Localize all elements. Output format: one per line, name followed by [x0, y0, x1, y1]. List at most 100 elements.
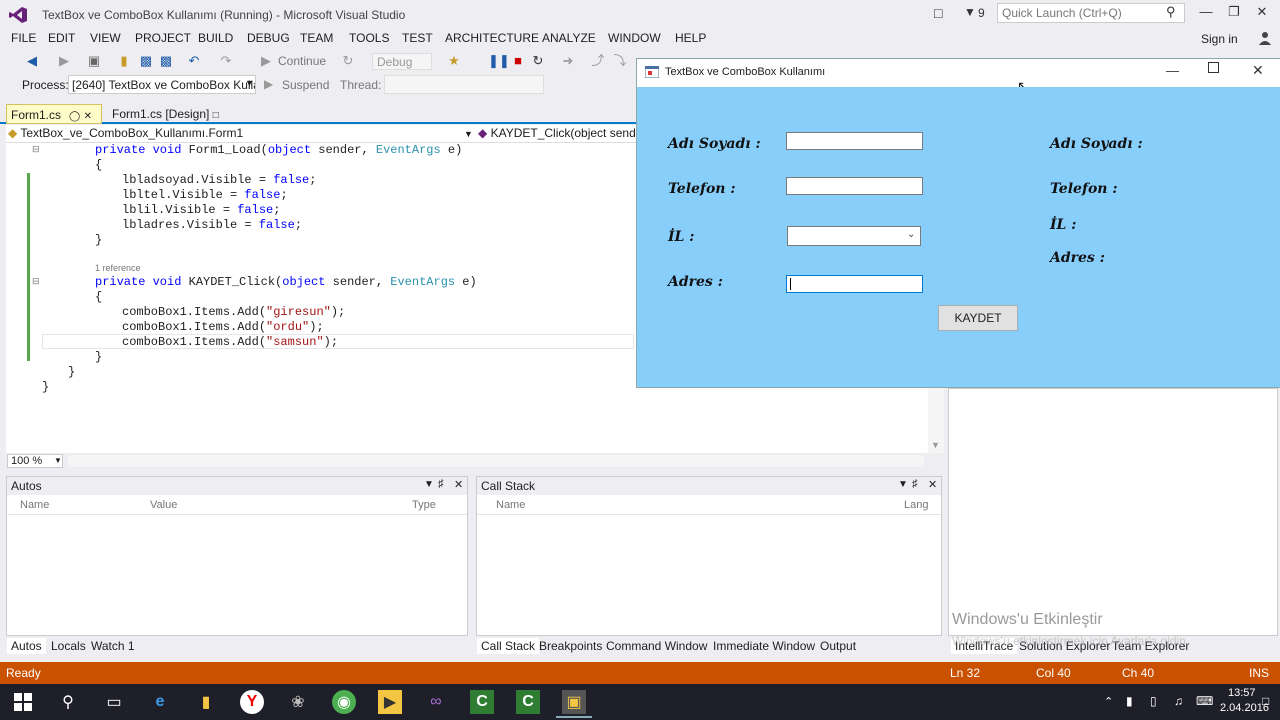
break-all-icon[interactable]: ❚❚	[488, 53, 510, 69]
kaydet-button[interactable]: KAYDET	[938, 305, 1018, 331]
collapse-icon[interactable]: ⊟	[32, 144, 40, 155]
pin-icon[interactable]: ♯	[912, 478, 918, 490]
tab-call-stack[interactable]: Call Stack	[477, 638, 540, 654]
edge-browser-icon[interactable]: e	[148, 690, 172, 714]
step-into-icon[interactable]: ⤴	[590, 53, 606, 69]
app-icon[interactable]: ❀	[286, 690, 310, 714]
tab-command-window[interactable]: Command Window	[602, 638, 711, 654]
type-dropdown[interactable]: ◆ TextBox_ve_ComboBox_Kullanımı.Form1	[8, 126, 474, 142]
continue-icon[interactable]: ▶	[258, 53, 274, 69]
minimize-icon[interactable]: —	[1194, 4, 1218, 19]
menu-window[interactable]: WINDOW	[608, 31, 661, 45]
config-select[interactable]: Debug	[372, 53, 432, 70]
search-icon[interactable]: ⚲	[1166, 4, 1176, 20]
pin-icon[interactable]: ♯	[438, 478, 444, 490]
column-header-value[interactable]: Value	[150, 499, 177, 511]
filter-icon[interactable]: ▼	[964, 5, 976, 19]
column-header-name[interactable]: Name	[20, 499, 49, 511]
editor-horizontal-scrollbar[interactable]	[68, 455, 924, 467]
panel-menu-icon[interactable]: ▼	[424, 479, 434, 490]
column-header-type[interactable]: Type	[412, 499, 436, 511]
close-icon[interactable]: ✕	[928, 478, 937, 491]
undo-icon[interactable]: ↶	[186, 53, 202, 69]
member-dropdown[interactable]: ◆ KAYDET_Click(object sender,	[478, 126, 638, 142]
suspend-button[interactable]: Suspend	[282, 78, 329, 92]
search-icon[interactable]: ⚲	[56, 690, 80, 714]
clock-time[interactable]: 13:57	[1228, 687, 1256, 699]
refresh-icon[interactable]: ↻	[340, 53, 356, 69]
menu-build[interactable]: BUILD	[198, 31, 233, 45]
tab-watch1[interactable]: Watch 1	[87, 638, 139, 654]
user-icon[interactable]	[1258, 31, 1272, 45]
tab-immediate-window[interactable]: Immediate Window	[709, 638, 819, 654]
yandex-browser-icon[interactable]: Y	[240, 690, 264, 714]
tab-form1-cs[interactable]: Form1.cs ◯ ✕	[6, 104, 102, 124]
menu-architecture[interactable]: ARCHITECTURE	[445, 31, 539, 45]
chevron-up-icon[interactable]: ⌃	[1104, 695, 1113, 708]
thread-select[interactable]	[384, 75, 544, 94]
tab-form1-design[interactable]: Form1.cs [Design] □	[108, 104, 228, 124]
tab-breakpoints[interactable]: Breakpoints	[535, 638, 606, 654]
tab-output[interactable]: Output	[816, 638, 860, 654]
save-all-icon[interactable]: ▩	[158, 53, 174, 69]
camtasia-icon[interactable]: C	[470, 690, 494, 714]
windows-start-icon[interactable]	[14, 693, 32, 711]
app-close-icon[interactable]: ✕	[1252, 62, 1264, 79]
menu-file[interactable]: FILE	[11, 31, 36, 45]
suspend-icon[interactable]: ▶	[264, 77, 273, 91]
menu-edit[interactable]: EDIT	[48, 31, 75, 45]
tab-locals[interactable]: Locals	[47, 638, 90, 654]
menu-help[interactable]: HELP	[675, 31, 706, 45]
restart-icon[interactable]: ↻	[530, 53, 546, 69]
menu-view[interactable]: VIEW	[90, 31, 121, 45]
column-header-lang[interactable]: Lang	[904, 499, 928, 511]
telefon-textbox[interactable]	[786, 177, 923, 195]
quick-launch-input[interactable]: Quick Launch (Ctrl+Q)	[997, 3, 1185, 23]
codelens-reference[interactable]: 1 reference	[95, 263, 141, 273]
continue-label[interactable]: Continue	[278, 54, 326, 68]
open-folder-icon[interactable]: ▮	[116, 53, 132, 69]
new-project-icon[interactable]: ▣	[86, 53, 102, 69]
process-select[interactable]: [2640] TextBox ve ComboBox Kulla	[68, 75, 256, 94]
chevron-down-icon[interactable]: ▼	[54, 456, 62, 465]
restore-icon[interactable]: ❐	[1222, 4, 1246, 20]
pin-icon[interactable]: ◯	[69, 111, 80, 122]
attach-icon[interactable]: ★	[446, 53, 462, 69]
il-combobox[interactable]	[787, 226, 921, 246]
show-next-statement-icon[interactable]: ➜	[560, 53, 576, 69]
save-icon[interactable]: ▩	[138, 53, 154, 69]
close-icon[interactable]: ✕	[84, 111, 92, 122]
camtasia-recorder-icon[interactable]: C	[516, 690, 540, 714]
back-icon[interactable]: ◀	[24, 53, 40, 69]
task-view-icon[interactable]: ▭	[102, 690, 126, 714]
app-maximize-icon[interactable]	[1208, 62, 1219, 73]
menu-analyze[interactable]: ANALYZE	[542, 31, 596, 45]
stop-icon[interactable]: ■	[510, 53, 526, 69]
sign-in-link[interactable]: Sign in	[1201, 32, 1238, 46]
redo-icon[interactable]: ↷	[218, 53, 234, 69]
notifications-icon[interactable]: □	[934, 5, 942, 21]
app-minimize-icon[interactable]: —	[1166, 63, 1179, 78]
chrome-icon[interactable]: ◉	[332, 690, 356, 714]
forward-icon[interactable]: ▶	[56, 53, 72, 69]
step-over-icon[interactable]: ⤵	[612, 53, 628, 69]
chevron-down-icon[interactable]: ▼	[245, 78, 254, 88]
menu-debug[interactable]: DEBUG	[247, 31, 290, 45]
file-explorer-icon[interactable]: ▮	[194, 690, 218, 714]
network-icon[interactable]: ▯	[1150, 694, 1157, 708]
menu-team[interactable]: TEAM	[300, 31, 333, 45]
tab-autos[interactable]: Autos	[7, 638, 46, 654]
panel-menu-icon[interactable]: ▼	[898, 479, 908, 490]
close-icon[interactable]: ✕	[454, 478, 463, 491]
column-header-name[interactable]: Name	[496, 499, 525, 511]
collapse-icon[interactable]: ⊟	[32, 276, 40, 287]
adres-textbox[interactable]	[786, 275, 923, 293]
scroll-down-icon[interactable]: ▼	[931, 440, 940, 450]
media-player-icon[interactable]: ▶	[378, 690, 402, 714]
menu-project[interactable]: PROJECT	[135, 31, 191, 45]
notifications-icon[interactable]: □	[1262, 694, 1269, 708]
battery-icon[interactable]: ▮	[1126, 694, 1133, 708]
chevron-down-icon[interactable]: ▼	[464, 129, 473, 139]
adsoyad-textbox[interactable]	[786, 132, 923, 150]
chevron-down-icon[interactable]: ⌄	[907, 229, 915, 240]
